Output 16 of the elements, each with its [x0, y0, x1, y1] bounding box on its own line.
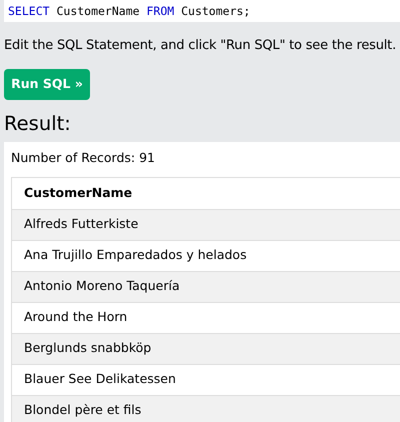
table-cell: Ana Trujillo Emparedados y helados [12, 240, 400, 272]
sql-keyword: FROM [146, 4, 174, 18]
sql-text: Customers; [180, 4, 250, 18]
table-cell: Around the Horn [12, 302, 400, 334]
instruction-text: Edit the SQL Statement, and click "Run SQL" to see the result. [4, 37, 398, 55]
table-cell: Alfreds Futterkiste [12, 209, 400, 240]
sql-text: CustomerName [55, 4, 141, 18]
record-count: Number of Records: 91 [11, 148, 156, 167]
table-cell: Blauer See Delikatessen [12, 364, 400, 396]
result-heading: Result: [4, 112, 72, 135]
sql-editor[interactable]: SELECT CustomerName FROM Customers; [4, 0, 400, 22]
table-cell: Blondel père et fils [12, 395, 400, 422]
sql-keyword: SELECT [8, 4, 50, 18]
table-cell: Berglunds snabbköp [12, 333, 400, 364]
column-header: CustomerName [12, 177, 400, 210]
table-cell: Antonio Moreno Taquería [12, 271, 400, 302]
